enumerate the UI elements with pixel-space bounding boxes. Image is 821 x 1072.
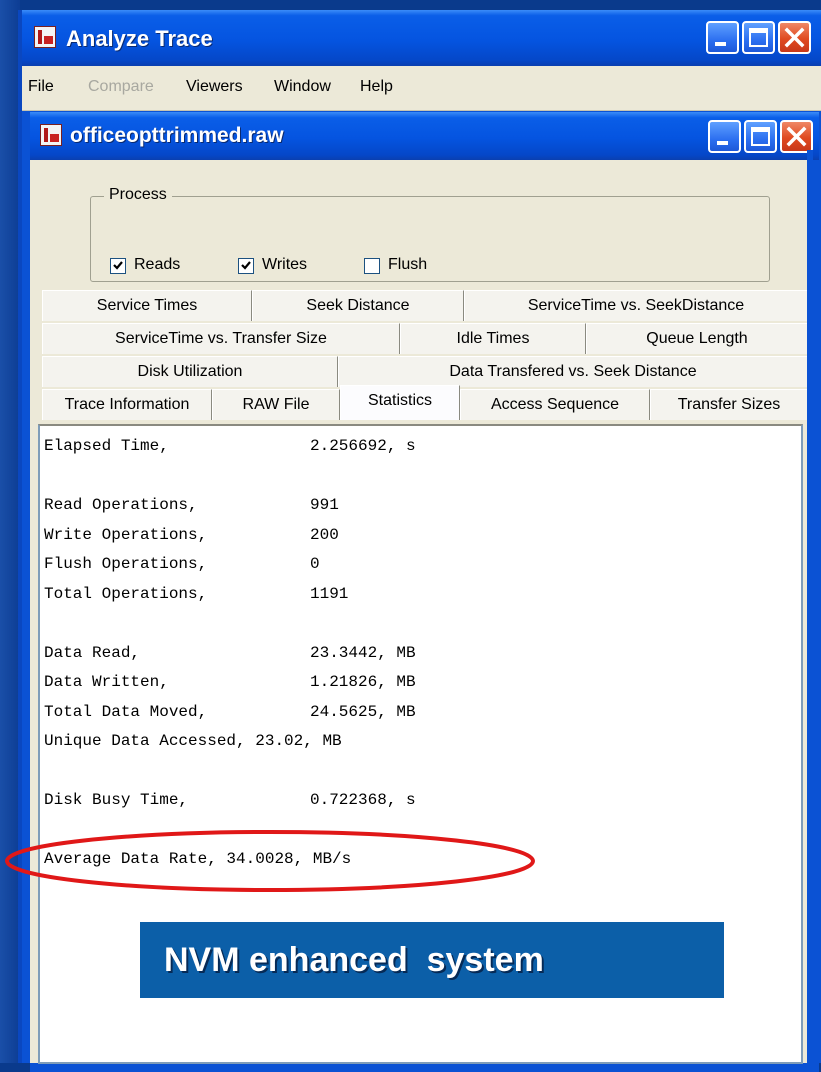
nvm-callout-label: NVM enhanced system <box>140 922 724 998</box>
tab-idle-times[interactable]: Idle Times <box>400 323 586 354</box>
close-icon <box>784 27 805 48</box>
tab-service-times[interactable]: Service Times <box>42 290 252 321</box>
stat-data-read: Data Read, 23.3442, MB <box>44 643 416 662</box>
stat-unique-data-accessed: Unique Data Accessed, 23.02, MB <box>44 732 342 750</box>
flush-label: Flush <box>388 256 428 273</box>
menu-help[interactable]: Help <box>360 78 393 96</box>
app-title-bar[interactable]: Analyze Trace <box>22 10 821 66</box>
highlight-ellipse <box>5 830 535 892</box>
child-maximize-button[interactable] <box>744 120 777 153</box>
statistics-text: Elapsed Time, 2.256692, s Read Operations… <box>44 432 416 875</box>
desktop-background <box>0 0 20 1063</box>
close-icon <box>786 126 807 147</box>
menu-window[interactable]: Window <box>274 78 331 96</box>
menu-compare[interactable]: Compare <box>88 78 154 96</box>
menu-bar: File Compare Viewers Window Help <box>22 66 821 111</box>
tab-disk-utilization[interactable]: Disk Utilization <box>42 356 338 387</box>
minimize-icon <box>717 141 728 145</box>
stat-elapsed-time: Elapsed Time, 2.256692, s <box>44 437 416 455</box>
child-close-button[interactable] <box>780 120 813 153</box>
tab-data-transfered-vs-seek-distance[interactable]: Data Transfered vs. Seek Distance <box>338 356 808 387</box>
stat-total-operations: Total Operations, 1191 <box>44 584 349 603</box>
stat-data-written: Data Written, 1.21826, MB <box>44 673 416 691</box>
tab-raw-file[interactable]: RAW File <box>212 389 340 420</box>
checkmark-icon <box>113 261 123 270</box>
menu-viewers[interactable]: Viewers <box>186 78 243 96</box>
app-chart-icon <box>34 26 56 48</box>
child-minimize-button[interactable] <box>708 120 741 153</box>
child-title: officeopttrimmed.raw <box>70 124 284 147</box>
maximize-icon <box>749 28 768 47</box>
tab-servicetime-vs-transfer-size[interactable]: ServiceTime vs. Transfer Size <box>42 323 400 354</box>
checkmark-icon <box>241 261 251 270</box>
app-title: Analyze Trace <box>66 26 213 51</box>
reads-checkbox[interactable] <box>110 258 126 274</box>
menu-file[interactable]: File <box>28 78 54 96</box>
close-button[interactable] <box>778 21 811 54</box>
maximize-button[interactable] <box>742 21 775 54</box>
flush-checkbox[interactable] <box>364 258 380 274</box>
tab-trace-information[interactable]: Trace Information <box>42 389 212 420</box>
process-groupbox <box>90 196 770 282</box>
stat-read-operations: Read Operations, 991 <box>44 496 339 514</box>
writes-label: Writes <box>262 256 308 273</box>
child-title-bar[interactable]: officeopttrimmed.raw <box>30 112 819 160</box>
tab-transfer-sizes[interactable]: Transfer Sizes <box>650 389 808 420</box>
tab-statistics[interactable]: Statistics <box>340 385 460 420</box>
process-group-label: Process <box>104 186 172 204</box>
tab-access-sequence[interactable]: Access Sequence <box>460 389 650 420</box>
stat-disk-busy-time: Disk Busy Time, 0.722368, s <box>44 791 416 809</box>
tab-servicetime-vs-seekdistance[interactable]: ServiceTime vs. SeekDistance <box>464 290 808 321</box>
maximize-icon <box>751 127 770 146</box>
reads-label: Reads <box>134 256 181 273</box>
window-right-border <box>807 150 813 1063</box>
stat-write-operations: Write Operations, 200 <box>44 525 339 544</box>
stat-total-data-moved: Total Data Moved, 24.5625, MB <box>44 702 416 721</box>
tab-queue-length[interactable]: Queue Length <box>586 323 808 354</box>
tab-seek-distance[interactable]: Seek Distance <box>252 290 464 321</box>
writes-checkbox[interactable] <box>238 258 254 274</box>
minimize-icon <box>715 42 726 46</box>
child-chart-icon <box>40 124 62 146</box>
stat-flush-operations: Flush Operations, 0 <box>44 555 320 573</box>
minimize-button[interactable] <box>706 21 739 54</box>
